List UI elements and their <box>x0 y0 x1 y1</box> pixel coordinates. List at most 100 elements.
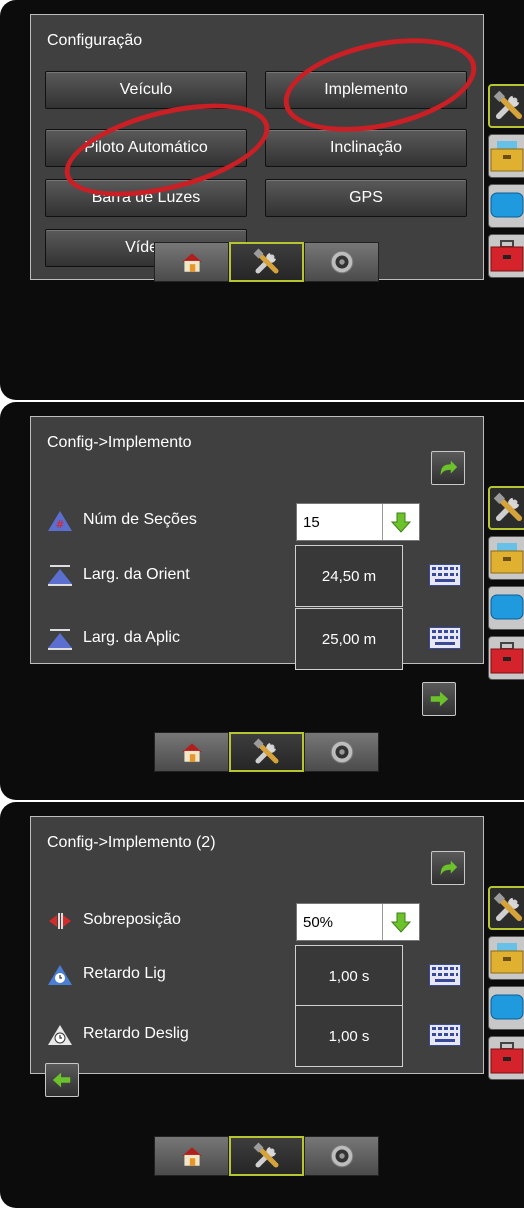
gauge-tab[interactable] <box>304 1136 379 1176</box>
home-icon <box>179 249 205 275</box>
return-arrow-icon <box>437 457 459 479</box>
side-tab-toolbox-red[interactable] <box>488 1036 524 1080</box>
side-tab-tools[interactable] <box>488 84 524 128</box>
side-tab-toolbox-yellow[interactable] <box>488 936 524 980</box>
setup-tab[interactable] <box>229 242 304 282</box>
delay-on-value[interactable]: 1,00 s <box>295 945 403 1007</box>
side-tab-toolbox-yellow[interactable] <box>488 134 524 178</box>
setup-screen: Configuração Veículo Implemento Piloto A… <box>30 14 484 280</box>
return-arrow-icon <box>437 857 459 879</box>
home-tab[interactable] <box>154 242 229 282</box>
setup-tab[interactable] <box>229 732 304 772</box>
tools-icon <box>252 1141 282 1171</box>
toolbox-icon <box>489 537 524 577</box>
toolbox-icon <box>489 1037 524 1077</box>
side-tab-tools[interactable] <box>488 486 524 530</box>
page-title: Config->Implemento <box>47 434 192 451</box>
bottom-nav <box>154 242 379 284</box>
overlap-value: 50% <box>303 913 334 931</box>
sections-select[interactable]: 15 <box>296 503 420 541</box>
gauge-icon <box>329 249 355 275</box>
guidance-width-icon <box>48 565 72 586</box>
side-tab-toolbox-red[interactable] <box>488 636 524 680</box>
delay-off-value[interactable]: 1,00 s <box>295 1005 403 1067</box>
next-page-button[interactable] <box>422 682 456 716</box>
tools-icon <box>492 89 524 123</box>
gps-button[interactable]: GPS <box>265 179 467 217</box>
tilt-button[interactable]: Inclinação <box>265 129 467 167</box>
implement-screen: Config->Implemento # Núm de Seções 15 La… <box>30 416 484 670</box>
side-tab-toolbox-blue[interactable] <box>488 986 524 1030</box>
return-button[interactable] <box>431 851 465 885</box>
toolbox-icon <box>489 987 524 1027</box>
tools-icon <box>252 247 282 277</box>
toolbox-icon <box>489 587 524 627</box>
sections-icon: # <box>48 511 72 531</box>
delay-off-label: Retardo Deslig <box>83 1025 189 1042</box>
keyboard-icon[interactable] <box>429 1024 461 1046</box>
toolbox-icon <box>489 235 524 275</box>
autosteer-button[interactable]: Piloto Automático <box>45 129 247 167</box>
delay-on-label: Retardo Lig <box>83 965 166 982</box>
overlap-select[interactable]: 50% <box>296 903 420 941</box>
application-width-value[interactable]: 25,00 m <box>295 608 403 670</box>
tools-icon <box>492 491 524 525</box>
bottom-nav <box>154 1136 379 1178</box>
setup-tab[interactable] <box>229 1136 304 1176</box>
down-arrow-icon <box>389 510 413 534</box>
toolbox-icon <box>489 135 524 175</box>
toolbox-icon <box>489 637 524 677</box>
gauge-tab[interactable] <box>304 732 379 772</box>
page-title: Config->Implemento (2) <box>47 834 216 851</box>
toolbox-icon <box>489 937 524 977</box>
implement-panel-2: Config->Implemento (2) Sobreposição 50% … <box>0 802 524 1208</box>
down-arrow-icon <box>389 910 413 934</box>
side-tab-toolbox-blue[interactable] <box>488 184 524 228</box>
implement-panel: Config->Implemento # Núm de Seções 15 La… <box>0 402 524 800</box>
svg-text:#: # <box>55 518 64 531</box>
toolbox-icon <box>489 185 524 225</box>
sections-value: 15 <box>303 513 320 531</box>
keyboard-icon[interactable] <box>429 627 461 649</box>
delay-on-icon <box>48 965 72 985</box>
guidance-width-value[interactable]: 24,50 m <box>295 545 403 607</box>
setup-panel: Configuração Veículo Implemento Piloto A… <box>0 0 524 400</box>
home-icon <box>179 1143 205 1169</box>
delay-off-icon <box>48 1025 72 1045</box>
overlap-icon <box>49 913 71 929</box>
lightbar-button[interactable]: Barra de Luzes <box>45 179 247 217</box>
implement-screen-2: Config->Implemento (2) Sobreposição 50% … <box>30 816 484 1097</box>
return-button[interactable] <box>431 451 465 485</box>
implement-button[interactable]: Implemento <box>265 71 467 109</box>
next-arrow-icon <box>428 688 450 710</box>
keyboard-icon[interactable] <box>429 564 461 586</box>
side-tab-tools[interactable] <box>488 886 524 930</box>
tools-icon <box>252 737 282 767</box>
bottom-nav <box>154 732 379 774</box>
guidance-width-label: Larg. da Orient <box>83 566 190 583</box>
vehicle-button[interactable]: Veículo <box>45 71 247 109</box>
home-icon <box>179 739 205 765</box>
application-width-icon <box>48 629 72 650</box>
side-tabs <box>488 84 524 284</box>
gauge-tab[interactable] <box>304 242 379 282</box>
previous-page-button[interactable] <box>45 1063 79 1097</box>
gauge-icon <box>329 1143 355 1169</box>
side-tab-toolbox-red[interactable] <box>488 234 524 278</box>
overlap-dropdown-button[interactable] <box>382 904 419 940</box>
side-tab-toolbox-yellow[interactable] <box>488 536 524 580</box>
side-tab-toolbox-blue[interactable] <box>488 586 524 630</box>
side-tabs <box>488 886 524 1086</box>
application-width-label: Larg. da Aplic <box>83 629 180 646</box>
page-title: Configuração <box>47 32 143 49</box>
keyboard-icon[interactable] <box>429 964 461 986</box>
gauge-icon <box>329 739 355 765</box>
overlap-label: Sobreposição <box>83 911 181 928</box>
sections-label: Núm de Seções <box>83 511 197 528</box>
tools-icon <box>492 891 524 925</box>
sections-dropdown-button[interactable] <box>382 504 419 540</box>
home-tab[interactable] <box>154 732 229 772</box>
back-arrow-icon <box>51 1069 73 1091</box>
home-tab[interactable] <box>154 1136 229 1176</box>
side-tabs <box>488 486 524 686</box>
